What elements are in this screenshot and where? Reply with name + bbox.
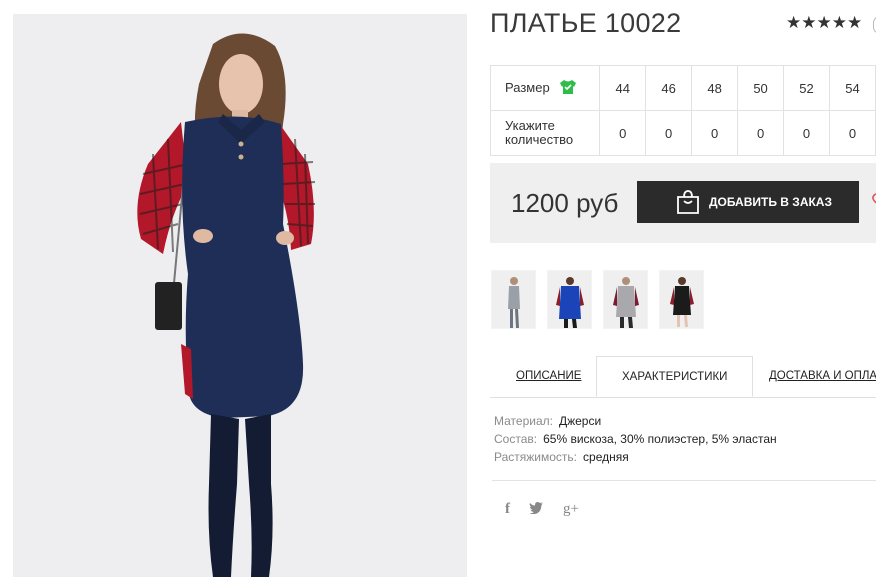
wishlist-heart-icon[interactable] — [871, 192, 876, 206]
size-cell: 44 — [599, 65, 647, 111]
quantity-input[interactable]: 0 — [599, 110, 647, 156]
product-price: 1200 руб — [511, 188, 619, 218]
thumbnail-grey-wine-dress[interactable] — [603, 270, 648, 329]
spec-row: Состав: 65% вискоза, 30% полиэстер, 5% эл… — [494, 430, 777, 448]
spec-row: Материал: Джерси — [494, 412, 777, 430]
twitter-icon[interactable] — [529, 500, 544, 520]
star-icon[interactable]: ★ — [832, 13, 847, 33]
tab-delivery[interactable]: ДОСТАВКА И ОПЛАТА — [769, 356, 876, 397]
product-tabs: ОПИСАНИЕ ХАРАКТЕРИСТИКИ ДОСТАВКА И ОПЛАТ… — [490, 356, 876, 398]
rating-stars[interactable]: ★★★★★ — [786, 13, 862, 33]
size-cell: 52 — [783, 65, 830, 111]
star-icon[interactable]: ★ — [786, 13, 801, 33]
spec-value: 65% вискоза, 30% полиэстер, 5% эластан — [543, 432, 777, 446]
quantity-input[interactable]: 0 — [783, 110, 830, 156]
spec-value: Джерси — [558, 414, 602, 428]
shopping-bag-icon — [675, 189, 701, 218]
size-cell: 46 — [645, 65, 693, 111]
star-icon[interactable]: ★ — [847, 13, 862, 33]
size-cell: 54 — [829, 65, 876, 111]
spec-value: средняя — [583, 450, 629, 464]
add-to-order-label: ДОБАВИТЬ В ЗАКАЗ — [709, 195, 832, 209]
product-main-photo[interactable] — [13, 14, 467, 577]
quantity-input[interactable]: 0 — [737, 110, 785, 156]
tab-description[interactable]: ОПИСАНИЕ — [516, 356, 581, 397]
spec-key: Состав: — [494, 432, 538, 446]
facebook-icon[interactable]: f — [505, 500, 510, 520]
characteristics-list: Материал: Джерси Состав: 65% вискоза, 30% … — [494, 412, 777, 466]
thumbnail-gallery — [491, 270, 704, 329]
section-divider — [492, 480, 876, 481]
quantity-input[interactable]: 0 — [829, 110, 876, 156]
tab-characteristics[interactable]: ХАРАКТЕРИСТИКИ — [596, 356, 754, 397]
size-row: Размер 44 46 48 50 52 54 — [489, 65, 876, 111]
thumbnail-blue-dress[interactable] — [547, 270, 592, 329]
size-cell: 50 — [737, 65, 785, 111]
price-box: 1200 руб ДОБАВИТЬ В ЗАКАЗ — [490, 163, 876, 243]
google-plus-icon[interactable]: g+ — [563, 500, 579, 520]
product-title: ПЛАТЬЕ 10022 — [490, 8, 682, 38]
size-chart-icon[interactable] — [559, 79, 577, 98]
thumbnail-grey-dress[interactable] — [491, 270, 536, 329]
size-row-header: Размер — [489, 65, 601, 111]
spec-key: Растяжимость: — [494, 450, 578, 464]
add-to-order-button[interactable]: ДОБАВИТЬ В ЗАКАЗ — [637, 181, 859, 223]
size-label: Размер — [505, 79, 550, 95]
social-share: f g+ — [505, 500, 579, 520]
tab-characteristics-label: ХАРАКТЕРИСТИКИ — [622, 371, 728, 383]
spec-row: Растяжимость: средняя — [494, 448, 777, 466]
tabs-divider — [490, 397, 876, 398]
quantity-row: Укажите количество 0 0 0 0 0 0 — [489, 110, 876, 156]
spec-key: Материал: — [494, 414, 553, 428]
star-icon[interactable]: ★ — [801, 13, 816, 33]
star-icon[interactable]: ★ — [817, 13, 832, 33]
thumbnail-black-dress[interactable] — [659, 270, 704, 329]
quantity-input[interactable]: 0 — [691, 110, 739, 156]
tab-description-label: ОПИСАНИЕ — [516, 370, 582, 382]
quantity-label: Укажите количество — [489, 110, 601, 156]
tab-delivery-label: ДОСТАВКА И ОПЛАТА — [769, 370, 876, 382]
quantity-input[interactable]: 0 — [645, 110, 693, 156]
size-cell: 48 — [691, 65, 739, 111]
size-quantity-table: Размер 44 46 48 50 52 54 Укажите количес… — [489, 65, 876, 156]
